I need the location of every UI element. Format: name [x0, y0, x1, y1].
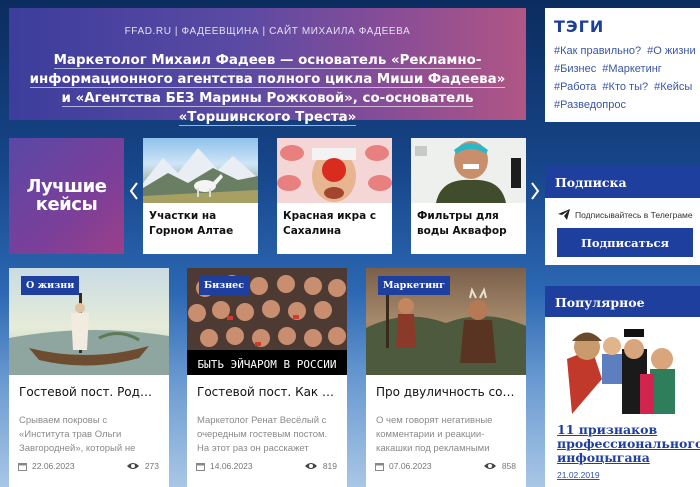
post-views: 273	[126, 461, 159, 471]
case-title: Красная икра с Сахалина	[283, 210, 377, 237]
post-date: 22.06.2023	[32, 461, 75, 471]
popular-image[interactable]	[562, 319, 685, 419]
case-card[interactable]: Участки на Горном Алтае	[143, 138, 258, 254]
tag-link[interactable]: #Маркетинг	[602, 62, 662, 76]
post-date: 07.06.2023	[389, 461, 432, 471]
post-card[interactable]: Маркетинг Про двуличность соврем... О че…	[366, 268, 526, 487]
case-title: Фильтры для воды Аквафор	[417, 210, 507, 237]
tag-link[interactable]: #Как правильно?	[554, 44, 641, 58]
eye-icon	[126, 463, 139, 469]
post-views-count: 858	[501, 461, 516, 471]
chevron-right-icon[interactable]	[529, 182, 541, 206]
tags-title: ТЭГИ	[554, 17, 605, 36]
tag-link[interactable]: #Кто ты?	[602, 80, 648, 94]
popular-item-date: 21.02.2019	[557, 470, 600, 480]
case-image	[143, 138, 258, 203]
case-image	[277, 138, 392, 203]
post-excerpt: Маркетолог Ренат Весёлый с очередным гос…	[197, 415, 328, 453]
subscribe-button[interactable]: Подписаться	[557, 228, 693, 257]
tag-link[interactable]: #Кейсы	[654, 80, 692, 94]
hero-kicker: FFAD.RU | ФАДЕЕВЩИНА | САЙТ МИХАИЛА ФАДЕ…	[124, 26, 411, 37]
tag-link[interactable]: #Разведопрос	[554, 98, 626, 112]
post-views: 819	[304, 461, 337, 471]
post-image-caption: БЫТЬ ЭЙЧАРОМ В РОССИИ	[197, 358, 336, 371]
post-title[interactable]: Гостевой пост. Как шт...	[187, 375, 347, 399]
popular-item-title[interactable]: 11 признаков профессионального инфоцыган…	[557, 423, 700, 465]
post-views: 858	[483, 461, 516, 471]
hero-title: Маркетолог Михаил Фадеев — основатель «Р…	[29, 53, 506, 126]
eye-icon	[304, 463, 317, 469]
post-image: Маркетинг	[366, 268, 526, 375]
calendar-icon	[196, 462, 205, 471]
calendar-icon	[375, 462, 384, 471]
post-views-count: 819	[322, 461, 337, 471]
popular-widget: Популярное 11 признаков профессиональног…	[545, 286, 700, 487]
post-meta: 07.06.2023 858	[375, 461, 516, 471]
best-cases-banner[interactable]: Лучшие кейсы	[9, 138, 124, 254]
tag-link[interactable]: #Работа	[554, 80, 596, 94]
eye-icon	[483, 463, 496, 469]
telegram-text: Подписывайтесь в Телеграме	[575, 209, 693, 220]
subscribe-title: Подписка	[545, 165, 700, 198]
case-title: Участки на Горном Алтае	[149, 210, 234, 237]
post-image: БЫТЬ ЭЙЧАРОМ В РОССИИ Бизнес	[187, 268, 347, 375]
post-card[interactable]: О жизни Гостевой пост. Роднов... Срываем…	[9, 268, 169, 487]
hero-banner: FFAD.RU | ФАДЕЕВЩИНА | САЙТ МИХАИЛА ФАДЕ…	[9, 8, 526, 126]
post-excerpt: О чем говорят негативные комментарии и р…	[376, 415, 493, 453]
case-image	[411, 138, 526, 203]
post-date: 14.06.2023	[210, 461, 253, 471]
telegram-icon	[558, 209, 570, 220]
case-card[interactable]: Фильтры для воды Аквафор	[411, 138, 526, 254]
post-category-badge[interactable]: О жизни	[21, 276, 80, 295]
tag-list: #Как правильно? #О жизни #Бизнес #Маркет…	[554, 44, 700, 112]
post-meta: 22.06.2023 273	[18, 461, 159, 471]
popular-title: Популярное	[545, 286, 700, 317]
post-meta: 14.06.2023 819	[196, 461, 337, 471]
post-category-badge[interactable]: Бизнес	[199, 276, 250, 295]
post-card[interactable]: БЫТЬ ЭЙЧАРОМ В РОССИИ Бизнес Гостевой по…	[187, 268, 347, 487]
post-image: О жизни	[9, 268, 169, 375]
post-category-badge[interactable]: Маркетинг	[378, 276, 450, 295]
post-title[interactable]: Гостевой пост. Роднов...	[9, 375, 169, 399]
telegram-link[interactable]: Подписывайтесь в Телеграме	[545, 198, 700, 220]
case-card[interactable]: Красная икра с Сахалина	[277, 138, 392, 254]
post-excerpt: Срываем покровы с «Института трав Ольги …	[19, 415, 136, 453]
tags-widget: ТЭГИ #Как правильно? #О жизни #Бизнес #М…	[545, 8, 700, 122]
chevron-left-icon[interactable]	[128, 182, 140, 206]
subscribe-widget: Подписка Подписывайтесь в Телеграме Подп…	[545, 165, 700, 265]
tag-link[interactable]: #О жизни	[647, 44, 696, 58]
calendar-icon	[18, 462, 27, 471]
post-title[interactable]: Про двуличность соврем...	[366, 375, 526, 399]
post-views-count: 273	[144, 461, 159, 471]
tag-link[interactable]: #Бизнес	[554, 62, 596, 76]
